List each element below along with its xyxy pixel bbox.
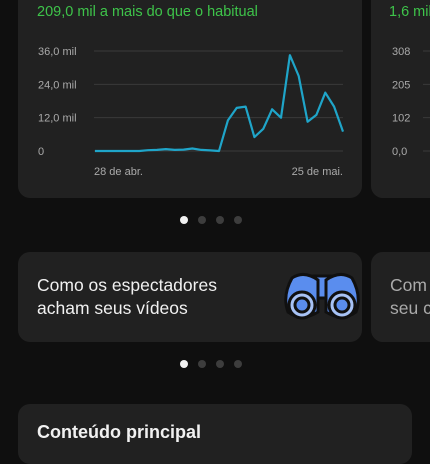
carousel-dot[interactable] xyxy=(234,360,242,368)
x-tick-label: 25 de mai. xyxy=(292,166,343,178)
peek-y-tick-label: 102 xyxy=(392,113,410,125)
discovery-title: Como os espectadores acham seus vídeos xyxy=(37,275,217,318)
y-tick-label: 0 xyxy=(38,146,44,158)
views-line-chart: 36,0 mil 24,0 mil 12,0 mil 0 28 de abr. 25 de… xyxy=(38,46,345,178)
carousel-dot[interactable] xyxy=(198,360,206,368)
top-content-title: Conteúdo principal xyxy=(37,422,201,442)
views-series-line xyxy=(95,54,345,153)
discovery-card[interactable]: Como os espectadores acham seus vídeos xyxy=(18,252,362,342)
y-tick-label: 12,0 mil xyxy=(38,113,77,125)
views-card[interactable]: 209,0 mil a mais do que o habitual 36,0 … xyxy=(18,0,362,198)
x-tick-label: 28 de abr. xyxy=(94,166,143,178)
carousel-dot[interactable] xyxy=(198,216,206,224)
peek-card-top[interactable]: 1,6 mil 308 205 102 0,0 xyxy=(371,0,430,198)
y-tick-label: 24,0 mil xyxy=(38,79,77,91)
top-content-card[interactable]: Conteúdo principal xyxy=(18,404,412,464)
carousel-dot[interactable] xyxy=(180,216,188,224)
y-tick-label: 36,0 mil xyxy=(38,46,77,58)
peek-card-title: Com seu c xyxy=(390,275,430,318)
peek-card-mid[interactable]: Com seu c xyxy=(371,252,430,342)
binoculars-icon xyxy=(284,273,360,320)
carousel-dots-2 xyxy=(0,360,426,368)
peek-chart: 308 205 102 0,0 xyxy=(392,46,430,158)
carousel-dot[interactable] xyxy=(216,360,224,368)
carousel-dots-1 xyxy=(0,216,426,224)
carousel-dot[interactable] xyxy=(216,216,224,224)
peek-y-tick-label: 0,0 xyxy=(392,146,407,158)
peek-y-tick-label: 308 xyxy=(392,46,410,58)
carousel-dot[interactable] xyxy=(180,360,188,368)
carousel-dot[interactable] xyxy=(234,216,242,224)
peek-y-tick-label: 205 xyxy=(392,79,410,91)
